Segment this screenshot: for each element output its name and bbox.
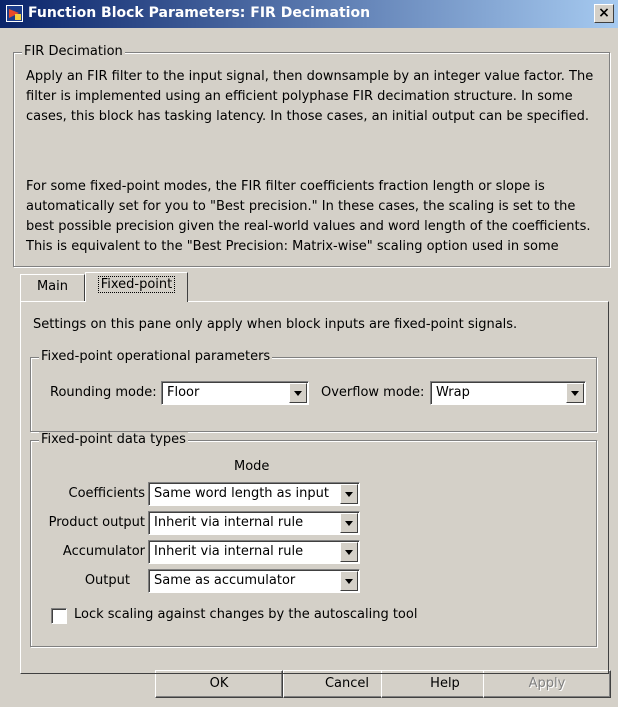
chevron-down-icon[interactable] [289,383,307,403]
chevron-down-icon[interactable] [340,513,358,533]
overflow-mode-select[interactable]: Wrap [430,381,586,405]
tab-fixed-point-label: Fixed-point [97,276,176,293]
lock-scaling-checkbox[interactable] [51,608,67,624]
output-select[interactable]: Same as accumulator [148,569,360,593]
rounding-mode-label: Rounding mode: [50,385,157,400]
rounding-mode-value: Floor [167,385,200,400]
mode-column-header: Mode [234,459,270,474]
overflow-mode-label: Overflow mode: [321,385,425,400]
product-output-label: Product output [48,515,145,530]
tab-fixed-point[interactable]: Fixed-point [85,272,188,302]
chevron-down-icon[interactable] [340,571,358,591]
rounding-mode-select[interactable]: Floor [161,381,309,405]
accumulator-label: Accumulator [62,544,145,559]
coefficients-label: Coefficients [68,486,145,501]
overflow-mode-value: Wrap [436,385,470,400]
output-label: Output [84,573,130,588]
product-output-select[interactable]: Inherit via internal rule [148,511,360,535]
coefficients-select[interactable]: Same word length as input [148,482,360,506]
window-title: Function Block Parameters: FIR Decimatio… [28,5,371,21]
description-group-title: FIR Decimation [22,44,125,60]
simulink-block-icon [6,5,23,22]
ok-button[interactable]: OK [155,670,283,698]
datatypes-group-title: Fixed-point data types [39,432,188,448]
chevron-down-icon[interactable] [566,383,584,403]
lock-scaling-label[interactable]: Lock scaling against changes by the auto… [74,607,417,622]
chevron-down-icon[interactable] [340,542,358,562]
accumulator-select[interactable]: Inherit via internal rule [148,540,360,564]
operational-group-title: Fixed-point operational parameters [39,349,273,365]
coefficients-value: Same word length as input [154,486,329,501]
apply-button[interactable]: Apply [483,670,611,698]
product-output-value: Inherit via internal rule [154,515,304,530]
tab-main-label: Main [36,279,69,294]
description-paragraph-2: For some fixed-point modes, the FIR filt… [26,179,591,254]
panel-note: Settings on this pane only apply when bl… [33,317,518,332]
fixed-point-panel: Settings on this pane only apply when bl… [20,301,609,674]
description-paragraph-1: Apply an FIR filter to the input signal,… [26,69,594,124]
title-bar: Function Block Parameters: FIR Decimatio… [0,0,618,28]
close-icon[interactable]: × [594,4,614,23]
tab-main[interactable]: Main [20,274,85,301]
chevron-down-icon[interactable] [340,484,358,504]
accumulator-value: Inherit via internal rule [154,544,304,559]
output-value: Same as accumulator [154,573,296,588]
